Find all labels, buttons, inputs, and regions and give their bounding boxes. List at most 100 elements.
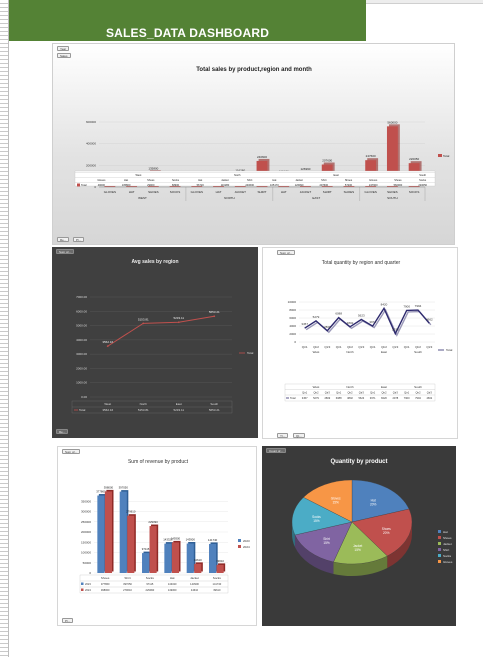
y-tick-label: 2000 [289,332,296,336]
x-tick-label: GLOVES [364,190,376,194]
bar [127,515,135,573]
x-tick-label: East [176,402,182,406]
sum-field-button[interactable]: Sum of... [62,449,81,454]
quantity-by-region-quarter-panel: Sum of... Yr... Qt... Total quantity by … [262,247,458,439]
x-tick-label: Qtr3 [426,345,432,349]
sum-field-button[interactable]: Sum of... [56,249,75,254]
x-tick-label: GLOVES [104,190,116,194]
data-label: 560000 [387,120,397,124]
table-row-label: Total [290,396,296,400]
y-tick-label: 6000.00 [76,309,87,313]
x-tick-label: JACKET [300,190,312,194]
table-product-cell: Gloves [369,178,378,182]
table-quarter-cell: Qtr2 [347,391,353,395]
sales-field-button[interactable]: Sales [57,53,71,58]
y-tick-label: 5000.00 [76,324,87,328]
x-tick-label: SHIRT [323,190,332,194]
table-quarter-cell: Qtr1 [370,391,376,395]
x-tick-label: HAT [129,190,135,194]
year-field-button[interactable]: Yr... [277,433,289,438]
table-value-cell: 5153.81 [138,408,149,412]
x-tick-label: Qtr2 [415,345,421,349]
legend-label: Jacket [443,542,452,546]
data-label: 3971 [369,320,376,324]
x-tick-label: Shirt [124,576,130,580]
x-tick-label: JACKET [235,190,247,194]
table-value-cell: 240600 [245,183,254,187]
sum-field-button[interactable]: Sum of... [277,250,296,255]
x-tick-label: Shoes [101,576,110,580]
data-label: 220050 [409,157,419,161]
x-tick-label: SOCKS [170,190,181,194]
legend-swatch [438,560,441,563]
x-tick-label: North [140,402,148,406]
data-label: 5233.11 [173,316,184,320]
region-field-button[interactable]: Re... [57,237,70,242]
legend-swatch [438,554,441,557]
x-tick-label: Qtr1 [404,345,410,349]
region-label: South [414,350,422,354]
data-label: 2809 [324,325,331,329]
data-label: 279610 [126,510,136,514]
table-value-cell: 560000 [394,183,403,187]
product-field-button[interactable]: Pr... [62,618,74,623]
legend-label: Hat [443,530,448,534]
count-field-button[interactable]: Count of... [266,448,286,453]
data-label: 5623 [358,314,365,318]
table-value-cell: 229090 [146,588,155,592]
table-row-label: 2023 [85,582,91,586]
data-label: 3802 [347,321,354,325]
table-product-cell: Shoes [345,178,353,182]
table-value-cell: 377860 [101,582,110,586]
x-tick-label: Qtr3 [392,345,398,349]
slice-percent-label: 20% [383,531,390,535]
table-product-cell: Shirt [247,178,253,182]
table-value-cell: 8420 [381,396,387,400]
y-tick-label: 8000 [289,308,296,312]
legend-swatch [438,548,441,551]
dashboard-banner: SALES_DATA DASHBOARD [9,0,366,41]
quantity-by-product-panel: Count of... Quantity by product Hat 20% Sho… [262,446,456,626]
y-tick-label: 200000 [81,530,91,534]
data-label: 240600 [257,155,267,159]
quarter-field-button[interactable]: Qt... [293,433,305,438]
table-value-cell: 279610 [123,588,132,592]
data-point [177,321,180,324]
data-label: 7994 [415,304,422,308]
data-label: 398000 [104,485,114,489]
table-product-cell: Hat [272,178,276,182]
sales-by-product-chart: Total sales by product,region and month0… [74,67,450,201]
x-tick-label: GLOVES [191,190,203,194]
data-label: 141740 [208,538,218,542]
y-tick-label: 7000.00 [76,295,87,299]
table-value-cell: 2078 [392,396,398,400]
data-point [142,322,145,325]
data-label: 39610 [216,559,224,563]
year-filter-button[interactable]: Year [57,46,70,51]
region-label: NORTH [224,196,235,200]
dashboard-title: SALES_DATA DASHBOARD [105,26,270,40]
region-field-button[interactable]: Re... [56,429,69,434]
y-tick-label: 400000 [86,142,96,146]
table-value-cell: 5279 [313,396,319,400]
region-label: WEST [138,196,147,200]
table-value-cell: 97115 [146,582,154,586]
x-tick-label: Qtr2 [347,345,353,349]
slice-percent-label: 15% [354,548,361,552]
quantity-by-region-quarter-chart: Total quantity by region and quarter 0 200… [284,260,453,402]
region-label: West [313,350,320,354]
table-value-cell: 44610 [191,588,199,592]
bar [142,553,150,573]
product-field-button[interactable]: Pr... [73,237,85,242]
x-tick-label: Qtr1 [302,345,308,349]
table-quarter-cell: Qtr2 [415,391,421,395]
bar [119,491,127,573]
slice-percent-label: 15% [332,501,339,505]
legend-swatch [438,530,441,533]
data-label: 5279 [313,315,320,319]
table-quarter-cell: Qtr2 [313,391,319,395]
y-tick-label: 150000 [81,540,91,544]
table-region-cell: South [419,173,426,177]
table-product-cell: Hat [124,178,128,182]
table-legend-key [81,588,84,591]
